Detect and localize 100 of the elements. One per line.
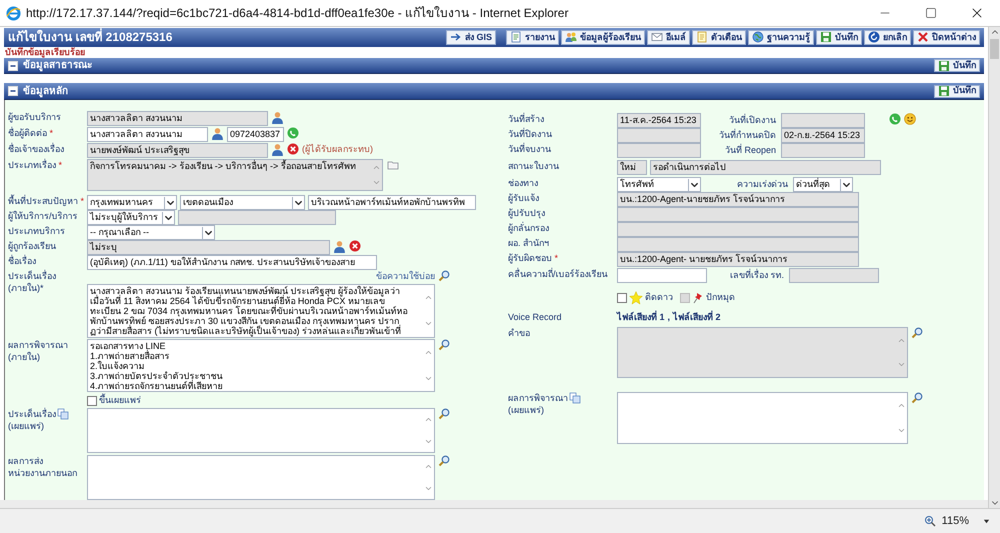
search-icon — [438, 339, 450, 352]
toolbar-button[interactable]: อีเมล์ — [647, 30, 690, 45]
toolbar-button[interactable]: บันทึก — [816, 30, 862, 45]
text-area[interactable] — [87, 455, 435, 500]
save-button[interactable]: บันทึก — [934, 59, 980, 72]
field-label: ผู้รับผิดชอบ * — [508, 252, 558, 264]
field-label: ประเด็นเรื่อง (ภายใน)* — [8, 270, 56, 294]
field-label: ชื่อผู้ติดต่อ * — [8, 127, 54, 140]
search-icon — [911, 327, 923, 340]
browser-logo-icon — [6, 6, 21, 20]
text-area[interactable]: นางสาวลลิตา สงวนนาม ร้องเรียนแทนนายพงษ์พัฒน์ ประเสริฐสุข ผู้ร้องให้ข้อมูลว่า เมื่อวันที่ 11 สิงหาคม 2564 ได้ขับขี่รถจักรยานยนต์ยี่ห้อ Honda PCX หมายเลข ทะเบียน 2 ขฌ 7034 กรุงเทพมหานคร โดยขณะที่ขับผ่านบริเวณหน้าอพาร์ทเม้นท์หอ พักบ้านพรทิพย์ ซอยสรงประภา 30 แขวงสีกัน เขตดอนเมือง กรุงเทพมหานคร ปราก ฏว่ามีสายสื่อสาร (ไม่ทราบชนิดและบริษัทผู้เป็นเจ้าของ) ร่วงหล่นและเกี่ยวพันเข้าที่ — [87, 284, 435, 338]
field-label: ชื่อเรื่อง — [8, 255, 36, 268]
toolbar-button[interactable]: ข้อมูลผู้ร้องเรียน — [561, 30, 645, 45]
phone-icon — [889, 113, 901, 126]
globe-icon — [752, 31, 764, 44]
field-label: ผู้รับแจ้ง — [508, 192, 539, 204]
save-button[interactable]: บันทึก — [934, 84, 980, 98]
collapse-icon[interactable] — [8, 60, 18, 71]
checkbox[interactable] — [617, 293, 627, 304]
star-icon — [629, 291, 643, 306]
zoom-level[interactable]: 115% — [942, 512, 969, 530]
dropdown[interactable]: -- กรุณาเลือก -- — [87, 225, 215, 240]
field-label: วันที่ Reopen — [724, 143, 777, 158]
field-label: ผู้ขอรับบริการ — [8, 111, 61, 124]
smiley-icon — [904, 113, 916, 126]
input-field[interactable]: 0972403837 — [227, 127, 284, 142]
toolbar-button[interactable]: ปิดหน้าต่าง — [913, 30, 980, 45]
field-label: วันที่เปิดงาน — [728, 113, 777, 128]
field-label: ความเร่งด่วน — [736, 178, 789, 192]
toolbar-button[interactable]: ส่ง GIS — [446, 30, 496, 45]
field-label: ผู้กลั่นกรอง — [508, 222, 549, 234]
pin-icon — [692, 292, 704, 304]
chevron-icon — [164, 196, 176, 209]
field-label: ผู้ปรับปรุง — [508, 207, 545, 220]
audio-link[interactable]: ไฟล์เสียงที่ 2 — [673, 311, 721, 325]
toolbar-button[interactable]: ตัวเตือน — [692, 30, 746, 45]
field-label: ผอ. สำนักฯ — [508, 237, 550, 250]
field-label: คลื่นความถี่/เบอร์ร้องเรียน — [508, 268, 608, 280]
zoom-icon[interactable] — [924, 515, 936, 527]
field-label: วันที่จบงาน — [508, 143, 551, 156]
field-label: ประเด็นเรื่อง (เผยแพร่) — [8, 408, 56, 432]
save-icon — [938, 60, 950, 72]
text-area[interactable] — [87, 408, 435, 454]
note-text: (ผู้ได้รับผลกระทบ) — [302, 143, 373, 156]
input-field[interactable] — [617, 268, 707, 284]
checkbox[interactable] — [87, 396, 97, 406]
field-label: เลขที่เรื่อง รท. — [728, 268, 785, 282]
input-field[interactable]: บริเวณหน้าอพาร์ทเม้นท์หอพักบ้านพรทิพ — [308, 195, 476, 210]
separator-text: , — [668, 311, 670, 324]
input-field[interactable]: นางสาวลลิตา สงวนนาม — [87, 127, 208, 142]
chevron-icon — [162, 212, 174, 224]
report-icon — [510, 31, 522, 44]
collapse-icon[interactable] — [8, 86, 18, 96]
field-label: คำขอ — [508, 327, 530, 340]
field-label: ผู้ให้บริการ/บริการ — [8, 210, 78, 222]
field-label: วันที่กำหนดปิด — [718, 128, 777, 142]
dropdown-icon[interactable] — [983, 518, 990, 524]
dropdown[interactable]: ด่วนที่สุด — [793, 177, 853, 192]
dropdown[interactable]: กรุงเทพมหานคร — [87, 195, 177, 210]
scrollbar-thumb[interactable] — [990, 39, 999, 59]
back-icon — [868, 31, 880, 44]
users-icon — [565, 31, 577, 44]
toolbar-button[interactable]: ยกเลิก — [864, 30, 911, 45]
checkbox-label: ปักหมุด — [706, 291, 735, 304]
toolbar-button[interactable]: รายงาน — [506, 30, 559, 45]
dropdown[interactable]: ไม่ระบุผู้ให้บริการ — [87, 210, 175, 226]
status-message: บันทึกข้อมูลเรียบร้อย — [5, 46, 86, 58]
text-area[interactable]: รอเอกสารทาง LINE 1.ภาพถ่ายสายสื่อสาร 2.ใบแจ้งความ 3.ภาพถ่ายบัตรประจำตัวประชาชน 4.ภาพถ่ายรถจักรยานยนต์ที่เสียหาย — [87, 339, 435, 392]
search-icon — [438, 270, 450, 282]
field-label: วันที่สร้าง — [508, 113, 544, 126]
remove-icon — [349, 240, 361, 252]
chevron-icon — [688, 178, 700, 191]
field-label: ชื่อเจ้าของเรื่อง — [8, 143, 64, 156]
phone-icon — [287, 127, 299, 140]
folder-icon — [386, 159, 400, 172]
person-icon — [333, 240, 346, 254]
toolbar-button[interactable]: ฐานความรู้ — [748, 30, 814, 45]
section-header[interactable]: ข้อมูลสาธารณะ บันทึก — [4, 58, 984, 74]
documents-icon — [57, 408, 69, 420]
link[interactable]: ข้อความใช้บ่อย — [376, 270, 435, 284]
field-label: ผลการส่ง หน่วยงานภายนอก — [8, 455, 77, 480]
save-icon — [820, 31, 832, 44]
text-area[interactable] — [617, 392, 908, 444]
search-icon — [438, 408, 450, 420]
field-label: Voice Record — [508, 311, 562, 324]
person-icon — [271, 111, 284, 124]
field-label: ช่องทาง — [508, 177, 538, 190]
field-label: ผลการพิจารณา (ภายใน) — [8, 339, 68, 364]
field-label: ประเภทเรื่อง * — [8, 159, 62, 172]
checkbox-label: ติดดาว — [645, 291, 673, 304]
scrollbar[interactable] — [988, 27, 1000, 508]
section-header[interactable]: ข้อมูลหลัก บันทึก — [4, 83, 984, 100]
dropdown[interactable]: โทรศัพท์ — [617, 177, 701, 192]
field-label: ผู้ถูกร้องเรียน — [8, 240, 56, 252]
audio-link[interactable]: ไฟล์เสียงที่ 1 — [617, 311, 665, 325]
field-label: ประเภทบริการ — [8, 225, 65, 238]
chevron-icon — [202, 226, 214, 239]
input-field[interactable]: (อุบัติเหตุ) (ภภ.1/11) ขอให้สำนักงาน กสทช. ประสานบริษัทเจ้าของสาย — [87, 255, 377, 270]
maximize-icon[interactable] — [925, 7, 937, 19]
dropdown[interactable]: เขตดอนเมือง — [180, 195, 305, 210]
